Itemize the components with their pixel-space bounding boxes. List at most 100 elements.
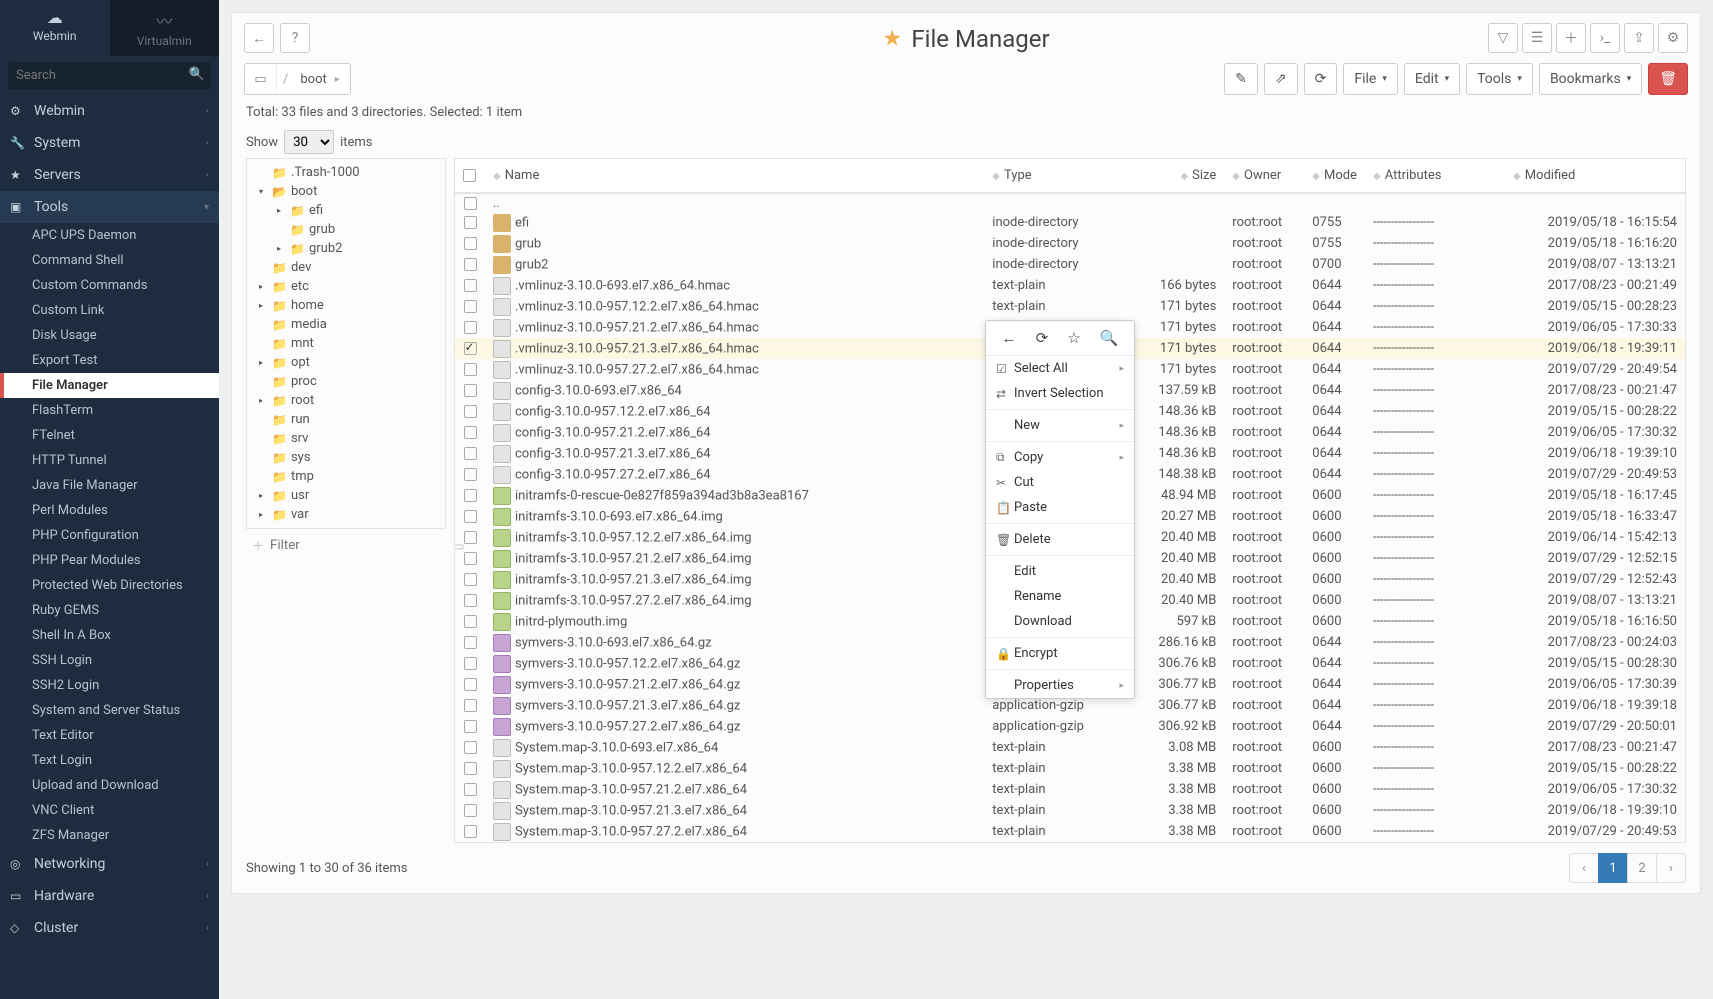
gear-icon[interactable]: ⚙ bbox=[1658, 23, 1688, 53]
tree-item-srv[interactable]: 📁srv bbox=[253, 429, 439, 448]
cm-cut[interactable]: ✂Cut bbox=[986, 470, 1134, 495]
page-2[interactable]: 2 bbox=[1627, 853, 1657, 883]
toggle-icon[interactable]: ▸ bbox=[277, 206, 290, 215]
row-checkbox[interactable] bbox=[464, 510, 477, 523]
file-name[interactable]: symvers-3.10.0-957.12.2.el7.x86_64.gz bbox=[515, 656, 740, 671]
page-1[interactable]: 1 bbox=[1598, 853, 1628, 883]
add-icon[interactable]: ＋ bbox=[1556, 23, 1586, 53]
file-name[interactable]: .vmlinuz-3.10.0-693.el7.x86_64.hmac bbox=[515, 278, 730, 293]
tree-item-boot[interactable]: ▾📂boot bbox=[253, 182, 439, 201]
export-icon[interactable]: ⇪ bbox=[1624, 23, 1654, 53]
toggle-icon[interactable]: ▸ bbox=[259, 491, 272, 500]
sidebar-item-custom-link[interactable]: Custom Link bbox=[0, 298, 219, 323]
sidebar-item-shell-in-a-box[interactable]: Shell In A Box bbox=[0, 623, 219, 648]
help-button[interactable]: ? bbox=[280, 23, 310, 53]
file-name[interactable]: symvers-3.10.0-957.21.3.el7.x86_64.gz bbox=[515, 698, 740, 713]
cm-new[interactable]: New▸ bbox=[986, 413, 1134, 438]
tree-item-usr[interactable]: ▸📁usr bbox=[253, 486, 439, 505]
file-name[interactable]: .vmlinuz-3.10.0-957.27.2.el7.x86_64.hmac bbox=[515, 362, 759, 377]
file-name[interactable]: System.map-3.10.0-957.21.2.el7.x86_64 bbox=[515, 782, 747, 797]
row-checkbox[interactable] bbox=[464, 615, 477, 628]
toggle-icon[interactable]: ▸ bbox=[277, 244, 290, 253]
open-external-button[interactable]: ⇗ bbox=[1264, 63, 1298, 95]
toggle-icon[interactable] bbox=[259, 434, 272, 443]
sidebar-item-apc-ups-daemon[interactable]: APC UPS Daemon bbox=[0, 223, 219, 248]
row-checkbox[interactable] bbox=[464, 678, 477, 691]
tree-item-grub2[interactable]: ▸📁grub2 bbox=[253, 239, 439, 258]
cm-encrypt[interactable]: 🔒Encrypt bbox=[986, 641, 1134, 666]
nav-servers[interactable]: ★Servers‹ bbox=[0, 159, 219, 191]
terminal-icon[interactable]: ›_ bbox=[1590, 23, 1620, 53]
cm-download[interactable]: Download bbox=[986, 609, 1134, 634]
file-name[interactable]: grub2 bbox=[515, 257, 548, 272]
tree-filter-input[interactable] bbox=[270, 538, 447, 553]
row-checkbox[interactable] bbox=[464, 699, 477, 712]
toggle-icon[interactable]: ▸ bbox=[259, 301, 272, 310]
col-mode[interactable]: Mode bbox=[1324, 168, 1357, 183]
table-row[interactable]: .vmlinuz-3.10.0-957.12.2.el7.x86_64.hmac… bbox=[455, 296, 1685, 317]
table-row[interactable]: efi inode-directory root:root 0755 -----… bbox=[455, 212, 1685, 233]
toggle-icon[interactable] bbox=[259, 415, 272, 424]
row-checkbox[interactable] bbox=[464, 384, 477, 397]
tab-webmin[interactable]: ☁ Webmin bbox=[0, 0, 110, 56]
sidebar-item-vnc-client[interactable]: VNC Client bbox=[0, 798, 219, 823]
tab-virtualmin[interactable]: 〰 Virtualmin bbox=[110, 0, 220, 56]
file-name[interactable]: config-3.10.0-693.el7.x86_64 bbox=[515, 383, 682, 398]
row-checkbox[interactable] bbox=[464, 636, 477, 649]
edit-menu[interactable]: Edit▾ bbox=[1404, 63, 1460, 95]
file-name[interactable]: config-3.10.0-957.12.2.el7.x86_64 bbox=[515, 404, 711, 419]
row-checkbox[interactable] bbox=[464, 552, 477, 565]
table-row[interactable]: grub inode-directory root:root 0755 ----… bbox=[455, 233, 1685, 254]
tree-item-grub[interactable]: 📁grub bbox=[253, 220, 439, 239]
row-checkbox[interactable] bbox=[464, 363, 477, 376]
cm-select-all[interactable]: ☑Select All▸ bbox=[986, 356, 1134, 381]
toggle-icon[interactable] bbox=[259, 453, 272, 462]
file-name[interactable]: .vmlinuz-3.10.0-957.21.2.el7.x86_64.hmac bbox=[515, 320, 759, 335]
plus-icon[interactable]: ＋ bbox=[252, 537, 264, 554]
tree-item-home[interactable]: ▸📁home bbox=[253, 296, 439, 315]
row-checkbox[interactable] bbox=[464, 300, 477, 313]
sort-icon[interactable]: ◆ bbox=[493, 171, 501, 182]
toggle-icon[interactable]: ▾ bbox=[259, 187, 272, 196]
page-size-select[interactable]: 30 bbox=[284, 130, 334, 154]
tree-item-.Trash-1000[interactable]: 📁.Trash-1000 bbox=[253, 163, 439, 182]
file-name[interactable]: System.map-3.10.0-693.el7.x86_64 bbox=[515, 740, 718, 755]
file-name[interactable]: config-3.10.0-957.21.2.el7.x86_64 bbox=[515, 425, 711, 440]
row-checkbox[interactable] bbox=[464, 720, 477, 733]
tree-item-run[interactable]: 📁run bbox=[253, 410, 439, 429]
tree-item-media[interactable]: 📁media bbox=[253, 315, 439, 334]
cm-edit[interactable]: Edit bbox=[986, 559, 1134, 584]
table-row[interactable]: System.map-3.10.0-957.27.2.el7.x86_64 te… bbox=[455, 821, 1685, 842]
sort-icon[interactable]: ◆ bbox=[1232, 171, 1240, 182]
row-checkbox[interactable] bbox=[464, 804, 477, 817]
row-checkbox[interactable] bbox=[464, 531, 477, 544]
sidebar-item-system-and-server-status[interactable]: System and Server Status bbox=[0, 698, 219, 723]
row-checkbox[interactable] bbox=[464, 762, 477, 775]
file-name[interactable]: symvers-3.10.0-957.27.2.el7.x86_64.gz bbox=[515, 719, 740, 734]
sidebar-item-command-shell[interactable]: Command Shell bbox=[0, 248, 219, 273]
row-checkbox[interactable] bbox=[464, 216, 477, 229]
file-name[interactable]: initramfs-3.10.0-693.el7.x86_64.img bbox=[515, 509, 723, 524]
toggle-icon[interactable] bbox=[259, 168, 272, 177]
row-checkbox[interactable] bbox=[464, 594, 477, 607]
tools-menu[interactable]: Tools▾ bbox=[1466, 63, 1533, 95]
tree-item-proc[interactable]: 📁proc bbox=[253, 372, 439, 391]
cm-back-icon[interactable]: ← bbox=[1002, 329, 1017, 347]
row-checkbox[interactable] bbox=[464, 489, 477, 502]
file-name[interactable]: System.map-3.10.0-957.12.2.el7.x86_64 bbox=[515, 761, 747, 776]
file-name[interactable]: initramfs-3.10.0-957.27.2.el7.x86_64.img bbox=[515, 593, 752, 608]
toggle-icon[interactable]: ▸ bbox=[259, 510, 272, 519]
row-checkbox[interactable] bbox=[464, 447, 477, 460]
sidebar-item-ssh-login[interactable]: SSH Login bbox=[0, 648, 219, 673]
nav-networking[interactable]: ◎Networking‹ bbox=[0, 848, 219, 880]
table-row[interactable]: .vmlinuz-3.10.0-693.el7.x86_64.hmac text… bbox=[455, 275, 1685, 296]
tree-item-dev[interactable]: 📁dev bbox=[253, 258, 439, 277]
row-checkbox[interactable] bbox=[464, 342, 477, 355]
sidebar-item-upload-and-download[interactable]: Upload and Download bbox=[0, 773, 219, 798]
row-checkbox[interactable] bbox=[464, 783, 477, 796]
toggle-icon[interactable]: ▸ bbox=[259, 282, 272, 291]
table-row[interactable]: System.map-3.10.0-957.21.3.el7.x86_64 te… bbox=[455, 800, 1685, 821]
tree-item-root[interactable]: ▸📁root bbox=[253, 391, 439, 410]
file-menu[interactable]: File▾ bbox=[1343, 63, 1398, 95]
cm-paste[interactable]: 📋Paste bbox=[986, 495, 1134, 520]
